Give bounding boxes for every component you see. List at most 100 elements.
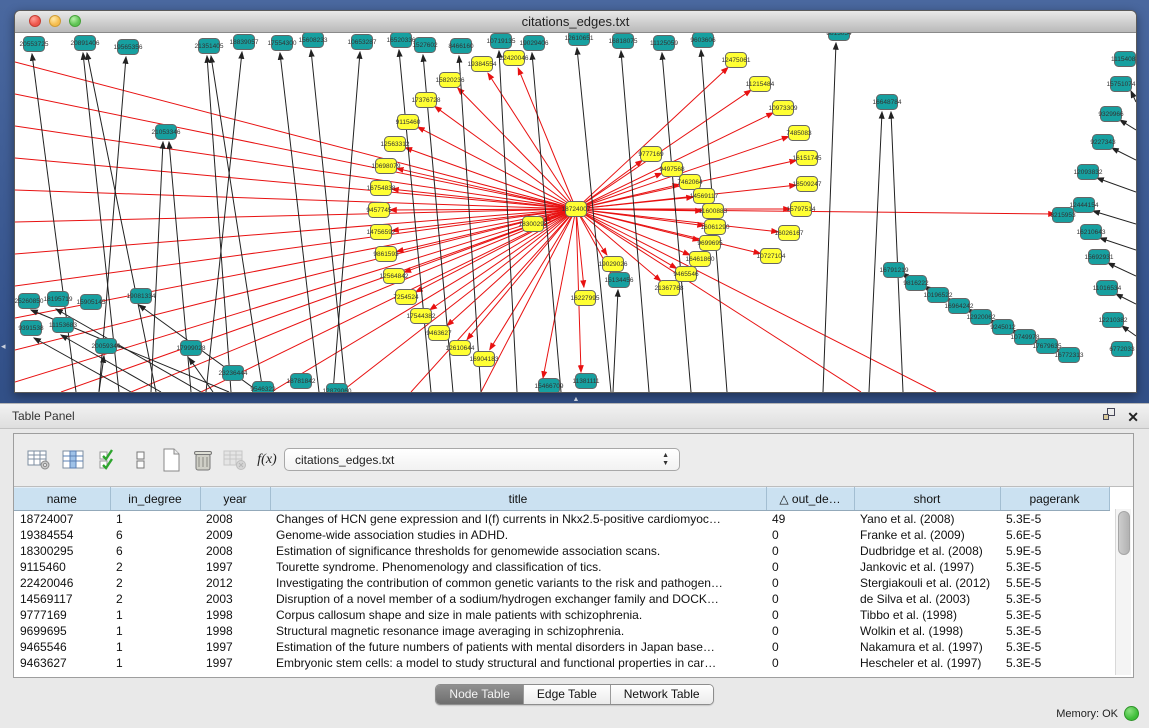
graph-edge[interactable]	[15, 209, 576, 350]
table-cell[interactable]: 2	[110, 559, 200, 575]
table-cell[interactable]: 1	[110, 607, 200, 623]
network-window-titlebar[interactable]: citations_edges.txt	[15, 11, 1136, 33]
graph-edge[interactable]	[416, 209, 576, 292]
graph-edge[interactable]	[576, 173, 662, 209]
graph-edge[interactable]	[1120, 120, 1136, 130]
function-builder-button[interactable]: f(x)	[254, 447, 280, 473]
table-cell[interactable]: 1998	[200, 623, 270, 639]
table-settings-button[interactable]	[26, 447, 52, 473]
close-panel-icon[interactable]: ✕	[1127, 410, 1139, 425]
column-header-1[interactable]: in_degree	[110, 488, 200, 511]
table-cell[interactable]: 2009	[200, 527, 270, 543]
delete-rows-button[interactable]	[190, 447, 216, 473]
graph-edge[interactable]	[576, 90, 751, 209]
table-cell[interactable]: Tibbo et al. (1998)	[854, 607, 1000, 623]
column-header-0[interactable]: name	[14, 488, 110, 511]
table-cell[interactable]: 5.3E-5	[1000, 511, 1109, 528]
table-cell[interactable]: 0	[766, 543, 854, 559]
table-cell[interactable]: de Silva et al. (2003)	[854, 591, 1000, 607]
table-cell[interactable]: 9777169	[14, 607, 110, 623]
table-cell[interactable]: 1997	[200, 639, 270, 655]
table-cell[interactable]: Structural magnetic resonance image aver…	[270, 623, 766, 639]
graph-edge[interactable]	[613, 290, 618, 392]
graph-edge[interactable]	[891, 112, 903, 392]
table-cell[interactable]: 1997	[200, 559, 270, 575]
table-cell[interactable]: 1	[110, 511, 200, 528]
table-cell[interactable]: 5.3E-5	[1000, 655, 1109, 671]
graph-edge[interactable]	[280, 53, 319, 392]
table-cell[interactable]: Investigating the contribution of common…	[270, 575, 766, 591]
table-cell[interactable]: 18300295	[14, 543, 110, 559]
table-cell[interactable]: 2003	[200, 591, 270, 607]
table-row[interactable]: 969969511998Structural magnetic resonanc…	[14, 623, 1109, 639]
graph-edge[interactable]	[458, 88, 576, 209]
table-scrollbar[interactable]	[1115, 509, 1131, 675]
table-cell[interactable]: 6	[110, 527, 200, 543]
table-cell[interactable]: 0	[766, 623, 854, 639]
table-cell[interactable]: 22420046	[14, 575, 110, 591]
table-cell[interactable]: 14569117	[14, 591, 110, 607]
column-header-3[interactable]: title	[270, 488, 766, 511]
table-cell[interactable]: 9115460	[14, 559, 110, 575]
memory-status-indicator[interactable]	[1124, 706, 1139, 721]
table-cell[interactable]: Corpus callosum shape and size in male p…	[270, 607, 766, 623]
table-cell[interactable]: Embryonic stem cells: a model to study s…	[270, 655, 766, 671]
table-cell[interactable]: Genome-wide association studies in ADHD.	[270, 527, 766, 543]
insert-column-button[interactable]	[60, 447, 86, 473]
table-cell[interactable]: 5.3E-5	[1000, 591, 1109, 607]
graph-edge[interactable]	[576, 209, 677, 268]
graph-edge[interactable]	[397, 168, 576, 209]
table-cell[interactable]: 0	[766, 559, 854, 575]
table-cell[interactable]: 9465546	[14, 639, 110, 655]
table-select-dropdown[interactable]: citations_edges.txt ▲▼	[284, 448, 680, 471]
table-cell[interactable]: 2012	[200, 575, 270, 591]
tab-edge-table[interactable]: Edge Table	[524, 685, 611, 704]
table-cell[interactable]: 18724007	[14, 511, 110, 528]
table-cell[interactable]: Stergiakouli et al. (2012)	[854, 575, 1000, 591]
graph-edge[interactable]	[311, 50, 346, 392]
column-header-6[interactable]: pagerank	[1000, 488, 1109, 511]
table-cell[interactable]: 1998	[200, 607, 270, 623]
table-cell[interactable]: Estimation of the future numbers of pati…	[270, 639, 766, 655]
table-cell[interactable]: Nakamura et al. (1997)	[854, 639, 1000, 655]
table-cell[interactable]: 5.3E-5	[1000, 607, 1109, 623]
table-cell[interactable]: 6	[110, 543, 200, 559]
table-cell[interactable]: 0	[766, 655, 854, 671]
table-cell[interactable]: Disruption of a novel member of a sodium…	[270, 591, 766, 607]
table-cell[interactable]: 9463627	[14, 655, 110, 671]
table-cell[interactable]: Estimation of significance thresholds fo…	[270, 543, 766, 559]
graph-edge[interactable]	[869, 112, 882, 392]
table-cell[interactable]: 2008	[200, 543, 270, 559]
graph-edge[interactable]	[1112, 148, 1136, 160]
column-header-2[interactable]: year	[200, 488, 270, 511]
table-row[interactable]: 1872400712008Changes of HCN gene express…	[14, 511, 1109, 528]
split-pane-handle[interactable]: ▲	[570, 396, 582, 403]
graph-edge[interactable]	[576, 209, 936, 392]
table-cell[interactable]: 1	[110, 623, 200, 639]
table-cell[interactable]: Tourette syndrome. Phenomenology and cla…	[270, 559, 766, 575]
table-cell[interactable]: 9699695	[14, 623, 110, 639]
side-pane-collapse-arrow[interactable]: ◂	[1, 340, 9, 352]
table-cell[interactable]: Jankovic et al. (1997)	[854, 559, 1000, 575]
graph-edge[interactable]	[1116, 294, 1136, 304]
table-row[interactable]: 911546021997Tourette syndrome. Phenomeno…	[14, 559, 1109, 575]
graph-edge[interactable]	[576, 67, 728, 209]
table-cell[interactable]: 5.3E-5	[1000, 559, 1109, 575]
graph-edge[interactable]	[1100, 238, 1136, 250]
table-row[interactable]: 2242004622012Investigating the contribut…	[14, 575, 1109, 591]
tab-network-table[interactable]: Network Table	[611, 685, 713, 704]
tab-node-table[interactable]: Node Table	[436, 685, 524, 704]
graph-edge[interactable]	[15, 126, 576, 209]
graph-edge[interactable]	[1108, 263, 1136, 276]
table-cell[interactable]: 2	[110, 575, 200, 591]
table-cell[interactable]: 49	[766, 511, 854, 528]
graph-edge[interactable]	[576, 209, 1055, 214]
table-cell[interactable]: 5.3E-5	[1000, 623, 1109, 639]
graph-edge[interactable]	[1131, 91, 1136, 102]
network-graph[interactable]: 1872400720553725208914061956535621351405…	[15, 33, 1136, 392]
network-window[interactable]: citations_edges.txt 18724007205537252089…	[14, 10, 1137, 393]
table-cell[interactable]: Franke et al. (2009)	[854, 527, 1000, 543]
graph-edge[interactable]	[271, 209, 576, 392]
table-cell[interactable]: 1	[110, 639, 200, 655]
graph-edge[interactable]	[1093, 211, 1136, 224]
